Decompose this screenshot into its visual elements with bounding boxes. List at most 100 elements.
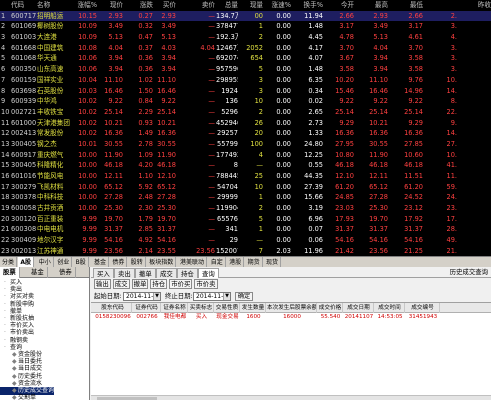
asset-tab[interactable]: 基金 <box>28 267 48 278</box>
cell-last-vol: 20 <box>254 129 263 138</box>
column-header-prev-close[interactable]: 昨收 <box>458 0 491 11</box>
cell-high: 4.04 <box>373 43 388 52</box>
grid-column-header[interactable]: 股东代码 <box>94 303 132 313</box>
trade-tab[interactable]: 持仓 <box>177 268 198 278</box>
table-row[interactable]: 3 601003大连港 10.09 5.13 0.47 5.13 —192.3万 2 0.00 4… <box>0 32 491 43</box>
cell-code: 300120 <box>11 214 36 223</box>
column-header-high[interactable]: 最高 <box>355 0 388 11</box>
column-header-turnover[interactable]: 换手% <box>292 0 323 11</box>
table-row[interactable]: 20 300120 百正重装 9.99 19.70 1.79 19.70 —65576 5 0.0… <box>0 214 491 225</box>
cell-index: 10 <box>1 107 10 116</box>
column-header-code[interactable]: 代码 <box>11 0 36 11</box>
column-header-change-pct[interactable]: 涨幅% <box>72 0 97 11</box>
grid-column-header[interactable]: 证券代码 <box>133 303 161 313</box>
grid-column-header[interactable]: 成交价格 <box>318 303 343 313</box>
table-row[interactable]: 22 300409 地尔汉字 9.99 54.16 4.92 54.16 — 29 — 0.00 0.… <box>0 235 491 246</box>
grid-column-header[interactable]: 本次发生后股票余额 <box>267 303 317 313</box>
tree-item-label: 对买对卖 <box>10 293 35 301</box>
trade-tab[interactable]: 撤单 <box>135 268 156 278</box>
column-header-bid[interactable]: 买价 <box>154 0 176 11</box>
grid-column-header[interactable]: 买卖标志 <box>189 303 214 313</box>
column-header-last-vol[interactable]: 现量 <box>239 0 263 11</box>
cell-index: 15 <box>1 161 10 170</box>
table-row[interactable]: 21 600308 中电电机 9.99 31.37 2.85 31.37 — 341 1 0.00 0… <box>0 224 491 235</box>
asset-tab[interactable]: 债券 <box>56 267 76 278</box>
cell-code: 601668 <box>11 43 36 52</box>
trade-tab[interactable]: 查询 <box>198 268 219 278</box>
table-row[interactable]: 17 300279 飞凯材料 10.00 65.12 5.92 65.12 —54704 10 0… <box>0 182 491 193</box>
table-row[interactable]: 0158230096 002766 我佳电都 买入 现金交易 1600 16000 55.54… <box>91 313 491 322</box>
tree-item[interactable]: ◆交割单 <box>0 394 36 400</box>
trade-tab[interactable]: 买入 <box>93 268 114 278</box>
toolbar-button[interactable]: 持仓 <box>150 279 168 289</box>
cell-prev-close: 41. <box>446 161 458 170</box>
cell-last-vol: 4 <box>258 150 263 159</box>
table-row[interactable]: 2 601069椰树股份 10.09 3.49 0.32 3.49 —378477 1 0.00… <box>0 21 491 32</box>
cell-change: 2.48 <box>138 193 153 202</box>
asset-tab[interactable]: 股票 <box>0 267 20 278</box>
cell-low: 54.16 <box>404 236 423 245</box>
cell-code: 300378 <box>11 193 36 202</box>
cell-change: 1.09 <box>138 150 153 159</box>
cell-name: 椰树股份 <box>37 22 64 31</box>
table-row[interactable]: 18 300378 中科科技 10.00 27.28 2.48 27.28—29999 1 0.… <box>0 192 491 203</box>
cell-volume: 8 <box>233 161 238 170</box>
cell-price: 5.13 <box>108 33 123 42</box>
column-header-volume[interactable]: 总量 <box>216 0 238 11</box>
toolbar-button[interactable]: 市价买 <box>169 279 193 289</box>
cell-name: 百正重装 <box>37 214 64 223</box>
grid-column-header[interactable]: 成交编号 <box>406 303 440 313</box>
cell-ask: — <box>208 139 215 148</box>
cell-volume: 788445 <box>216 172 238 180</box>
column-header-speed[interactable]: 涨速% <box>264 0 291 11</box>
query-confirm-button[interactable]: 确定 <box>235 292 253 301</box>
cell-speed: 0.00 <box>276 118 291 127</box>
cell-name: 中电电机 <box>37 225 64 234</box>
table-row[interactable]: 4601668中国建筑10.084.040.374.034.0412467万20… <box>0 43 491 54</box>
table-row[interactable]: 5 601068华天通 10.06 3.94 0.36 3.94 —692074 654 0.0… <box>0 53 491 64</box>
table-row[interactable]: 8 603698 石英股份 10.03 16.46 1.50 16.46 — 1924 3 0.00… <box>0 86 491 97</box>
chevron-down-icon[interactable]: ▼ <box>223 293 230 300</box>
grid-column-header[interactable]: 成交日期 <box>344 303 374 313</box>
table-row[interactable]: 10 002721 丰收铁宝 10.02 25.14 2.29 25.14 — 5296 2 0.0… <box>0 107 491 118</box>
cell-price: 25.30 <box>104 204 123 213</box>
column-header-open[interactable]: 今开 <box>324 0 354 11</box>
grid-column-header[interactable]: 成交时间 <box>375 303 405 313</box>
table-row[interactable]: 16601016节能风电 10.00 12.11 1.10 12.10 —788445 25… <box>0 171 491 182</box>
table-row[interactable]: 11601000天津港集团 10.02 10.21 0.93 10.21 —452946 2… <box>0 118 491 129</box>
column-header-change[interactable]: 涨跌 <box>124 0 153 11</box>
toolbar-button[interactable]: 输出 <box>94 279 111 289</box>
table-row[interactable]: 7 600159国祥实业 10.04 11.10 1.02 11.10 —298955 3 0.… <box>0 75 491 86</box>
table-row[interactable]: 6 600350山东高速 10.06 3.94 0.36 3.94 —957596 5 0.00… <box>0 64 491 75</box>
column-header-low[interactable]: 最低 <box>389 0 423 11</box>
cell-prev-close: 3. <box>450 54 457 63</box>
trade-tab[interactable]: 成交 <box>156 268 177 278</box>
table-row[interactable]: 15 300405 科隆精化 10.00 46.18 4.20 46.18 — 8 — 0.00 0.… <box>0 160 491 171</box>
start-date-field[interactable]: 2014-11-7 ▼ <box>123 292 161 301</box>
horizontal-scrollbar[interactable] <box>91 395 491 400</box>
cell-volume: 341 <box>225 225 238 234</box>
table-row[interactable]: 13 300405 钢之杰 10.01 30.55 2.78 30.55 —55799 100 0… <box>0 139 491 150</box>
table-row[interactable]: 9 600939 中华鸿 10.02 9.22 0.84 9.22 — 136 10 0.00 0.0… <box>0 96 491 107</box>
cell-change-pct: 10.00 <box>78 193 97 202</box>
grid-column-header[interactable]: 证券名称 <box>162 303 188 313</box>
grid-column-header[interactable]: 发生数量 <box>241 303 266 313</box>
chevron-down-icon[interactable]: ▼ <box>153 293 160 300</box>
grid-column-header[interactable]: 交易性质 <box>215 303 240 313</box>
table-row[interactable]: 14600917重庆燃气 10.00 11.90 1.09 11.90 —177492 4 0… <box>0 150 491 161</box>
toolbar-button[interactable]: 成交 <box>112 279 130 289</box>
table-row[interactable]: 1 600717招明船运 10.15 2.93 0.27 2.93 —134.7万 00 0.0… <box>0 10 491 22</box>
table-row[interactable]: 12 002413 常发股份 10.02 16.36 1.49 16.36 —29257 20 0… <box>0 128 491 139</box>
trade-tab[interactable]: 卖出 <box>114 268 135 278</box>
column-header-price[interactable]: 现价 <box>99 0 123 11</box>
toolbar-button[interactable]: 撤单 <box>131 279 149 289</box>
table-row[interactable]: 23 002013 江苏神通 9.99 23.56 2.14 23.55 23.56 15200… <box>0 246 491 256</box>
cell-high: 65.12 <box>369 182 388 191</box>
toolbar-button[interactable]: 市价卖 <box>194 279 218 289</box>
end-date-field[interactable]: 2014-11-7 ▼ <box>193 292 231 301</box>
cell-code: 300405 <box>11 161 36 170</box>
cell-open: 61.20 <box>335 182 354 191</box>
column-header-name[interactable]: 名称 <box>37 0 72 11</box>
column-header-ask[interactable]: 卖价 <box>177 0 215 11</box>
table-row[interactable]: 19600058古井贡酒 10.00 25.30 2.30 25.30 —119904 2 0… <box>0 203 491 214</box>
